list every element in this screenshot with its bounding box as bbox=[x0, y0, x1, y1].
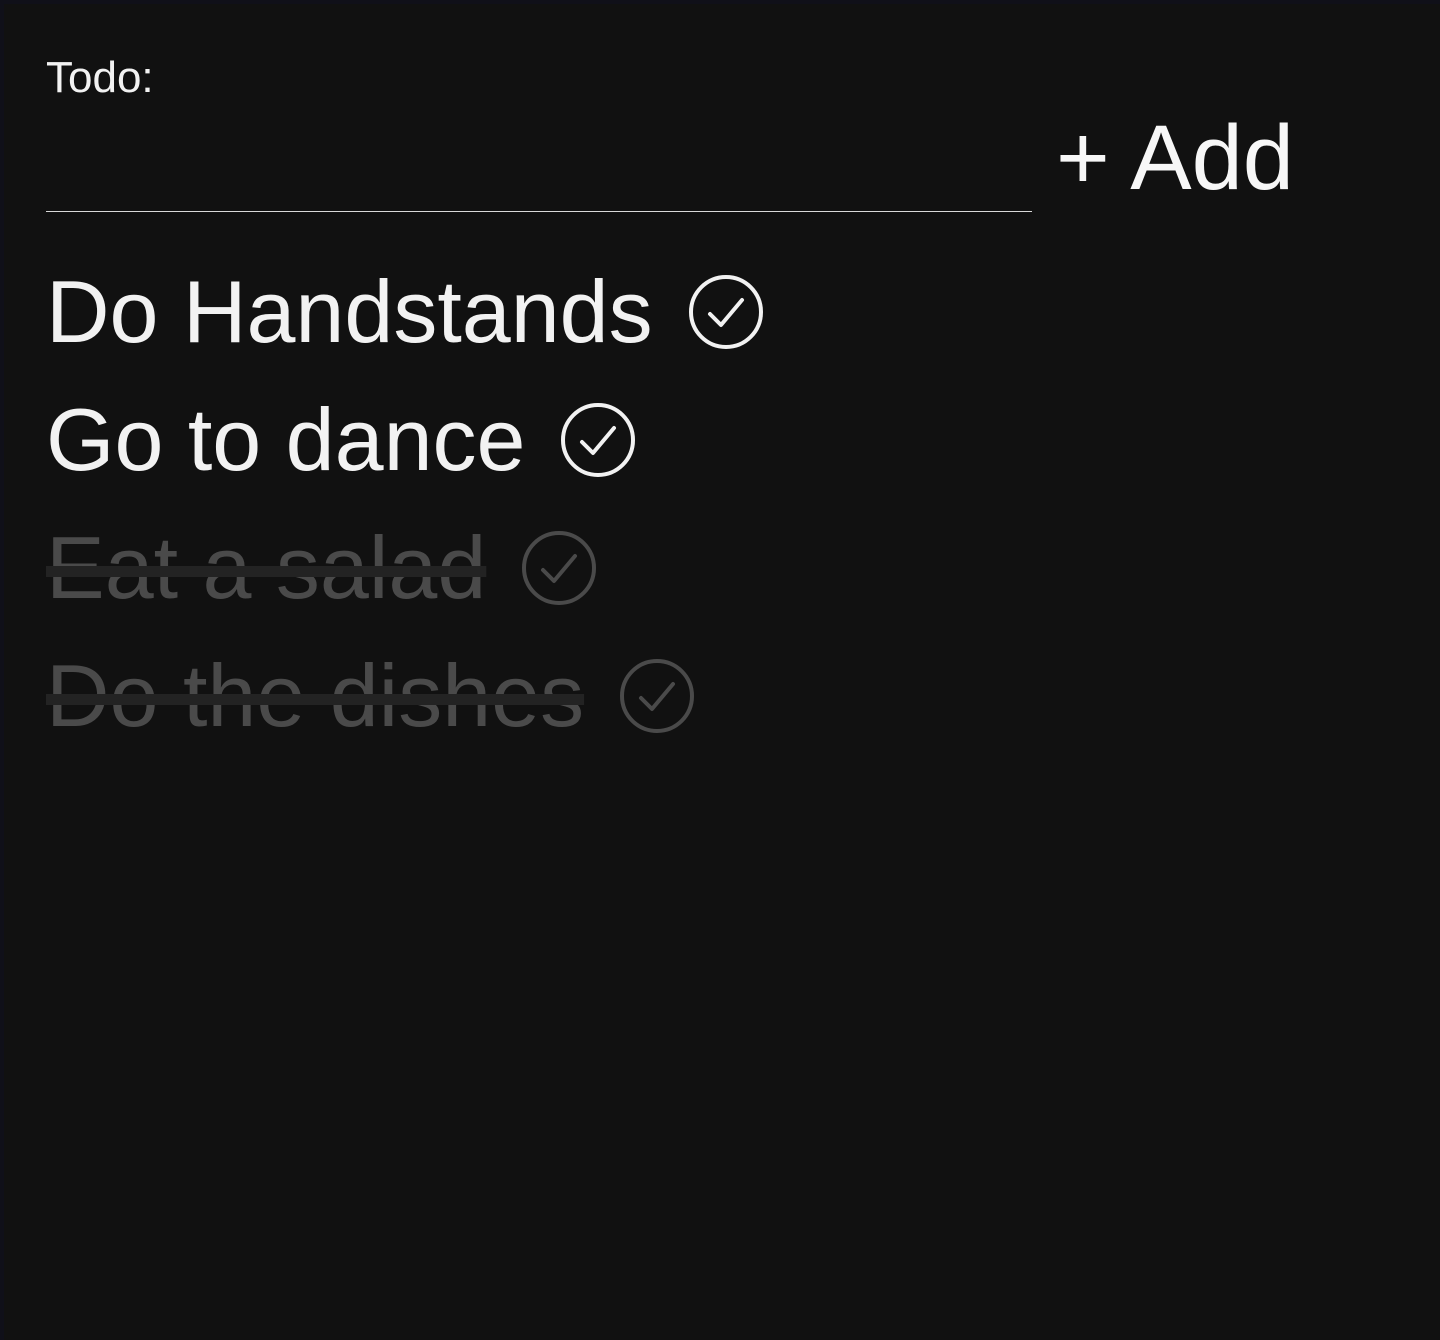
check-circle-icon[interactable] bbox=[687, 273, 765, 351]
todo-input[interactable] bbox=[46, 124, 1032, 212]
todo-item: Do Handstands bbox=[46, 248, 765, 376]
todo-text: Do the dishes bbox=[46, 646, 585, 745]
check-circle-icon[interactable] bbox=[520, 529, 598, 607]
todo-item: Eat a salad bbox=[46, 504, 765, 632]
todo-text: Eat a salad bbox=[46, 518, 487, 617]
todo-list: Do Handstands Go to dance Eat a salad Do… bbox=[46, 248, 765, 760]
check-circle-icon[interactable] bbox=[559, 401, 637, 479]
todo-text: Go to dance bbox=[46, 390, 526, 489]
todo-text: Do Handstands bbox=[46, 262, 653, 361]
todo-app: Todo: + Add Do Handstands Go to dance Ea… bbox=[4, 4, 1440, 1340]
todo-item: Go to dance bbox=[46, 376, 765, 504]
todo-item: Do the dishes bbox=[46, 632, 765, 760]
todo-label: Todo: bbox=[46, 53, 154, 102]
add-button[interactable]: + Add bbox=[1056, 106, 1294, 210]
check-circle-icon[interactable] bbox=[618, 657, 696, 735]
